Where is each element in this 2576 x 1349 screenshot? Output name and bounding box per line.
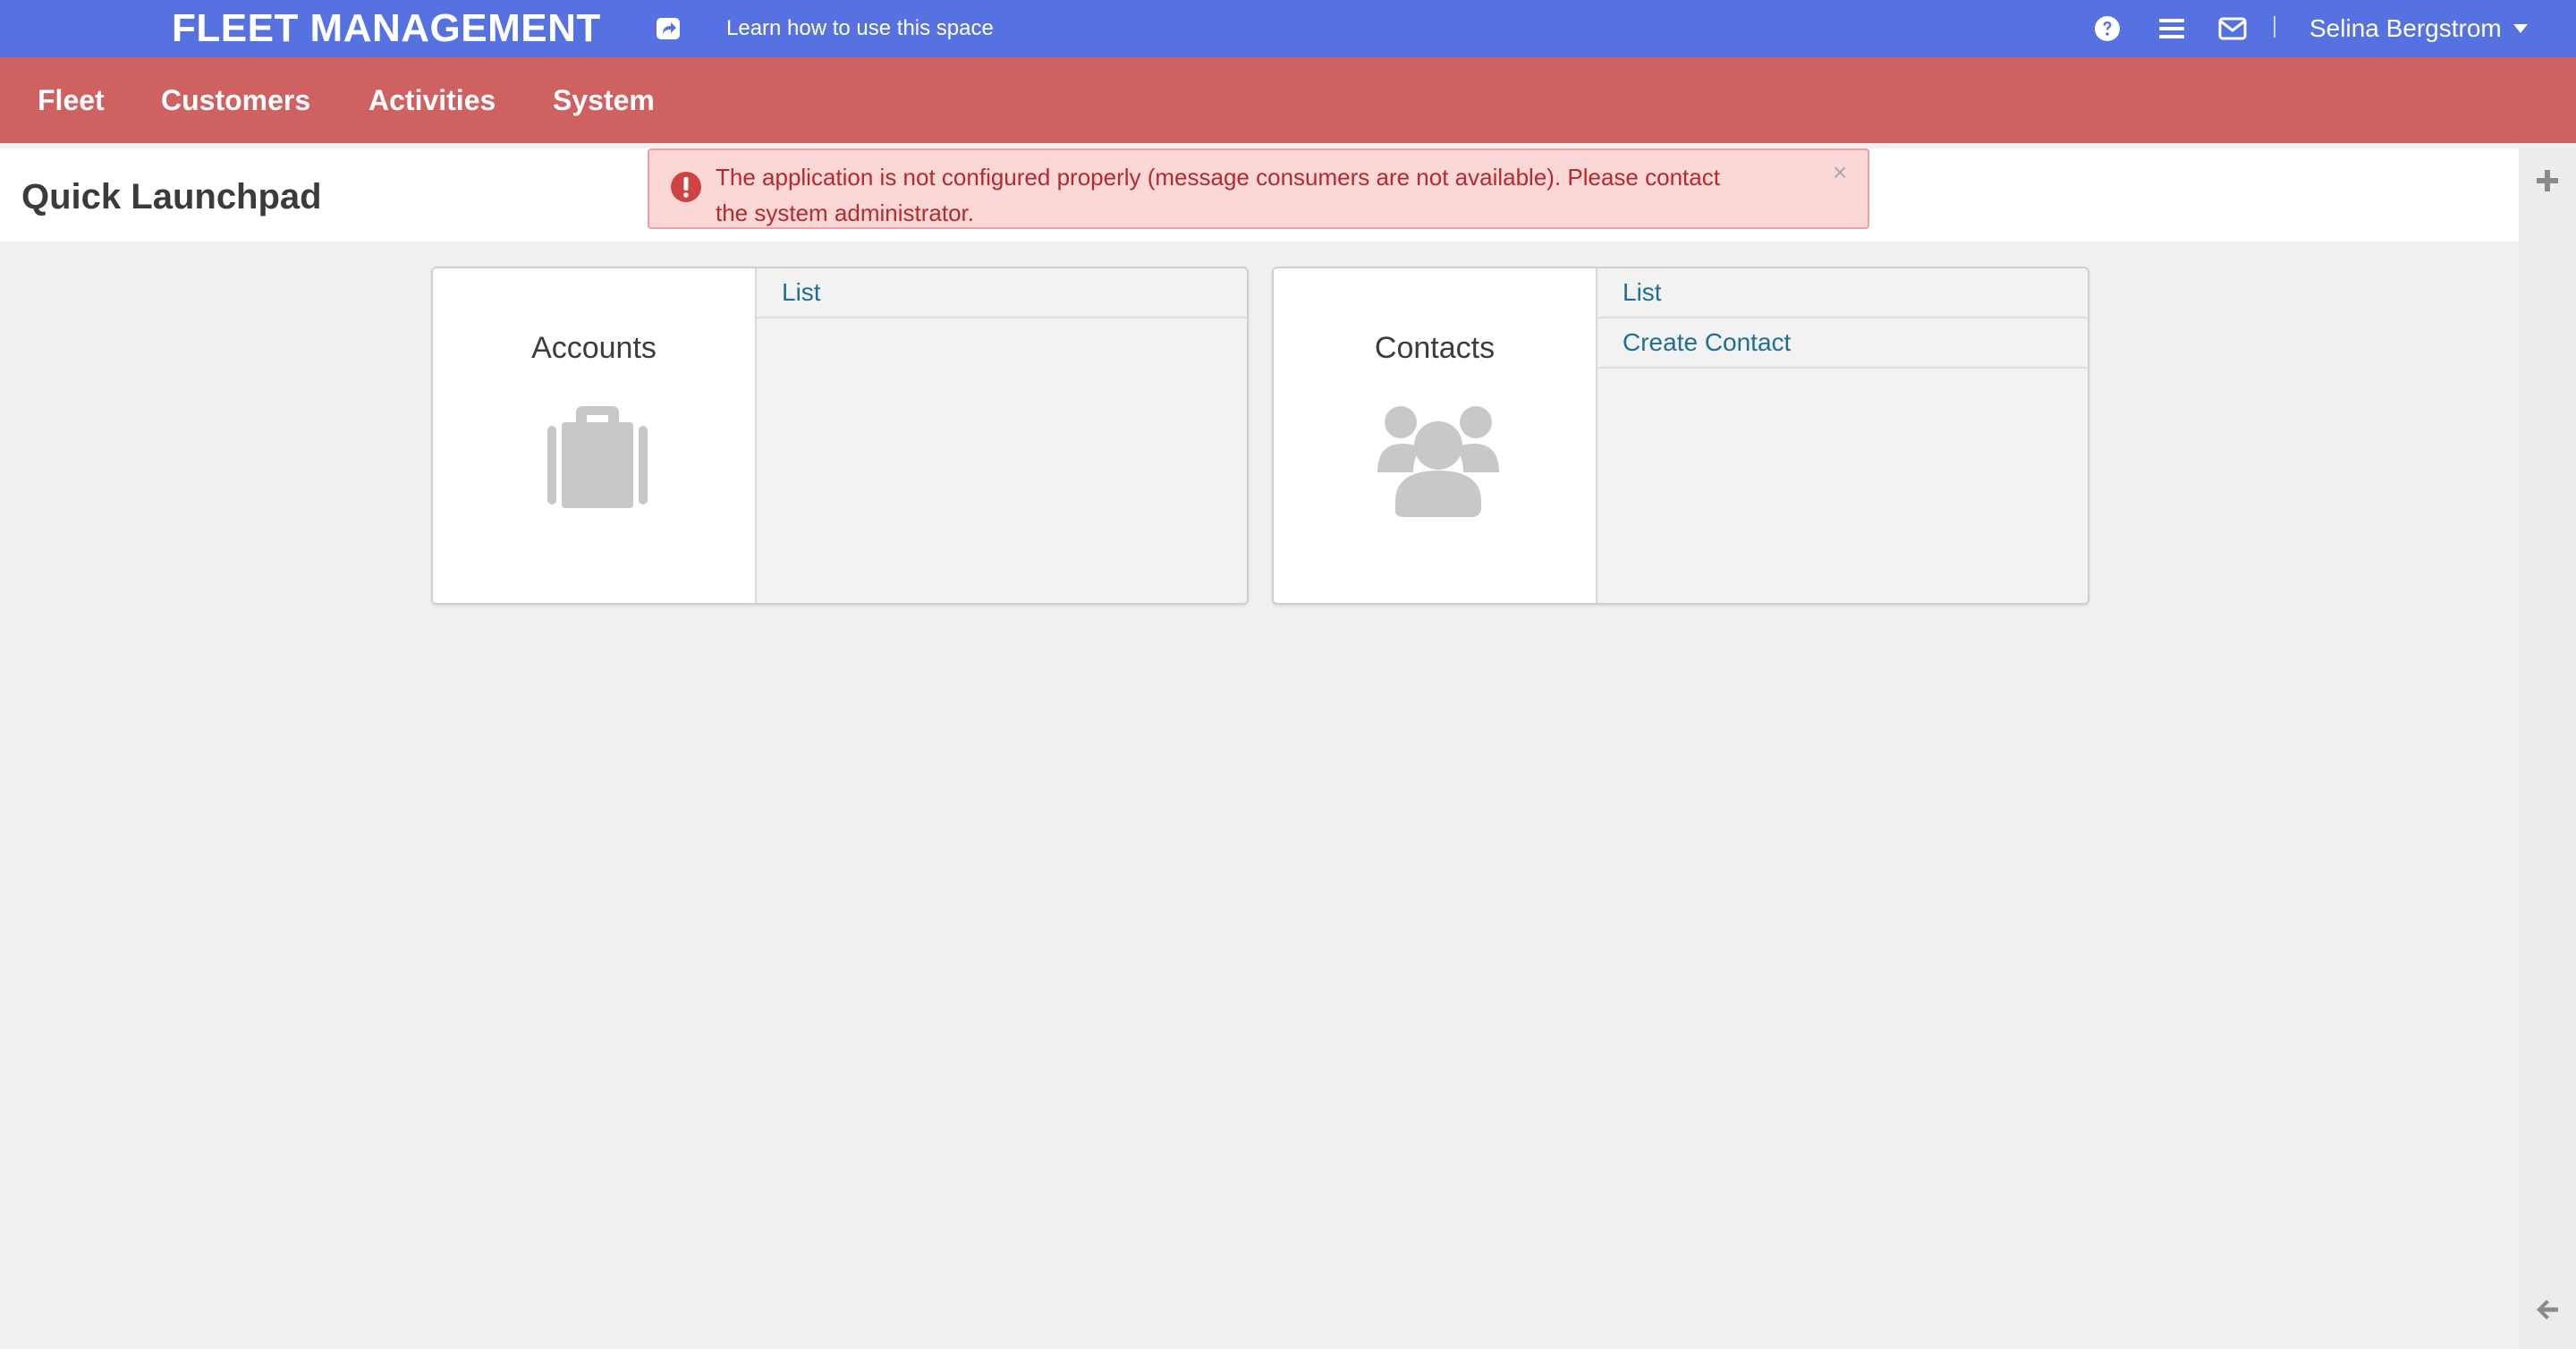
mail-icon[interactable] [2216,13,2249,45]
app-brand[interactable]: FLEET MANAGEMENT [172,4,601,54]
right-sidebar [2519,148,2576,1349]
caret-down-icon [2512,24,2528,33]
page-title: Quick Launchpad [21,177,322,216]
accounts-list-link[interactable]: List [757,268,1247,318]
contacts-title: Contacts [1374,331,1496,365]
accounts-card-summary[interactable]: Accounts [433,268,757,603]
learn-space-link[interactable]: Learn how to use this space [726,0,994,57]
briefcase-icon [535,403,660,519]
contacts-list-link[interactable]: List [1597,268,2088,318]
menu-icon[interactable] [2156,13,2188,45]
nav-item-system[interactable]: System [553,57,655,143]
nav-item-fleet[interactable]: Fleet [38,57,105,143]
accounts-card: Accounts List [431,267,1249,605]
help-icon[interactable] [2091,13,2123,45]
accounts-title: Accounts [531,331,657,365]
user-name: Selina Bergstrom [2309,14,2502,42]
nav-item-activities[interactable]: Activities [369,57,496,143]
alert-message: The application is not configured proper… [716,164,1720,226]
create-contact-link[interactable]: Create Contact [1597,318,2088,369]
contacts-links: List Create Contact [1597,268,2088,369]
arrow-left-icon[interactable] [2531,1294,2563,1326]
main-nav: Fleet Customers Activities System [0,57,2576,143]
plus-icon[interactable] [2531,165,2563,197]
user-menu[interactable]: Selina Bergstrom [2309,0,2529,57]
exclamation-circle-icon [669,170,703,204]
top-bar: FLEET MANAGEMENT Learn how to use this s… [0,0,2576,57]
error-alert: The application is not configured proper… [648,148,1869,229]
topbar-divider [2274,16,2275,38]
users-icon [1376,403,1501,519]
nav-item-customers[interactable]: Customers [161,57,310,143]
contacts-card-summary[interactable]: Contacts [1274,268,1597,603]
share-icon[interactable] [653,14,683,43]
close-icon[interactable]: × [1826,159,1853,186]
accounts-links: List [757,268,1247,318]
contacts-card: Contacts List Create Contact [1272,267,2089,605]
